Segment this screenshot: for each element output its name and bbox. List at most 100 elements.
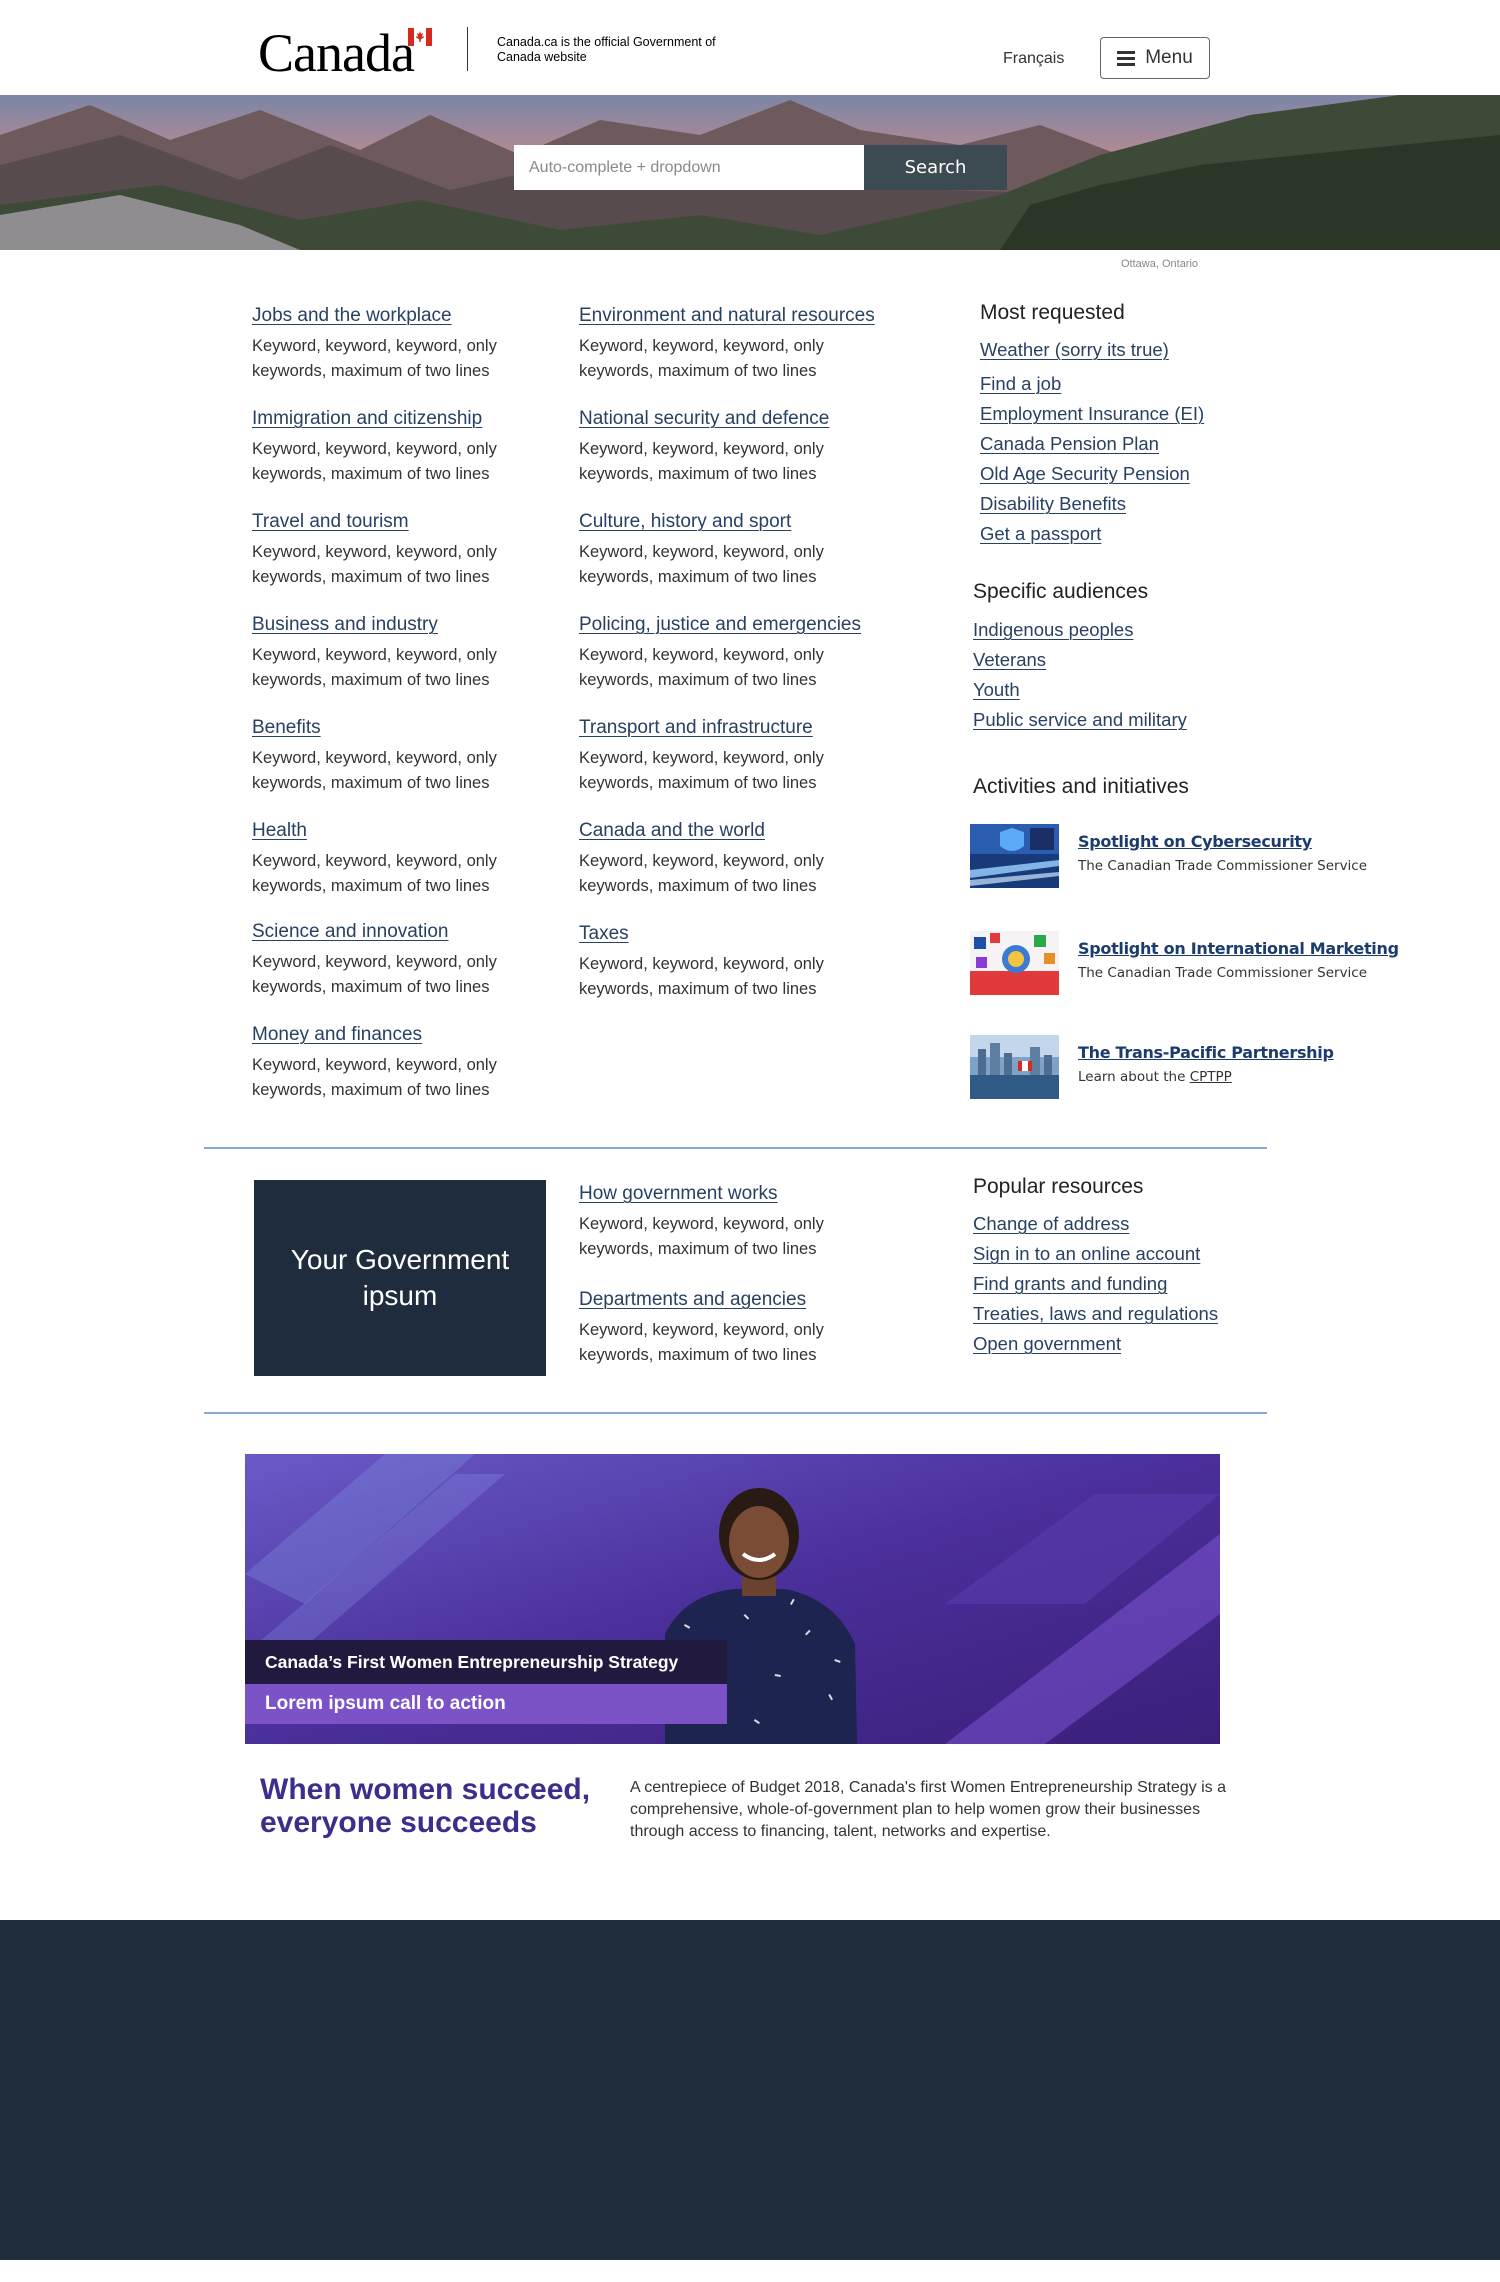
audience-link[interactable]: Youth [973,679,1020,700]
specific-audiences-heading: Specific audiences [973,580,1149,603]
topic-link[interactable]: Business and industry [252,614,572,636]
most-requested-link[interactable]: Employment Insurance (EI) [980,403,1204,424]
cptpp-link[interactable]: CPTPP [1190,1069,1232,1085]
site-header: Canada Canada.ca is the official Governm… [0,0,1500,95]
topic-link[interactable]: Money and finances [252,1024,572,1046]
list-item: Youth [973,675,1187,705]
resource-link[interactable]: Treaties, laws and regulations [973,1303,1218,1324]
list-item: Disability Benefits [980,489,1204,519]
list-item: Weather (sorry its true) [980,335,1204,365]
audience-link[interactable]: Public service and military [973,709,1187,730]
activity-card[interactable]: Spotlight on Cybersecurity The Canadian … [970,824,1390,888]
topic-link[interactable]: Taxes [579,923,899,945]
topic-link[interactable]: Canada and the world [579,820,899,842]
list-item: Treaties, laws and regulations [973,1299,1218,1329]
language-toggle-link[interactable]: Français [1003,50,1064,68]
activity-subtitle: Learn about the CPTPP [1078,1069,1232,1085]
cybersecurity-thumbnail [970,824,1059,888]
search-input[interactable] [514,145,864,190]
specific-audiences-list: Indigenous peoples Veterans Youth Public… [973,615,1187,735]
menu-button[interactable]: Menu [1100,37,1210,79]
topic-link[interactable]: Jobs and the workplace [252,305,572,327]
topic-description: Keyword, keyword, keyword, only keywords… [252,337,497,380]
most-requested-link[interactable]: Weather (sorry its true) [980,339,1169,360]
topic-description: Keyword, keyword, keyword, only keywords… [579,543,824,586]
activity-card[interactable]: The Trans-Pacific Partnership Learn abou… [970,1035,1390,1099]
your-government-label: Your Government ipsum [290,1244,510,1311]
list-item: Indigenous peoples [973,615,1187,645]
list-item: Canada Pension Plan [980,429,1204,459]
list-item: Find a job [980,369,1204,399]
topic-link[interactable]: Environment and natural resources [579,305,899,327]
activity-subtitle-text: Learn about the [1078,1069,1190,1085]
topic-description: Keyword, keyword, keyword, only keywords… [579,1321,824,1364]
topic-item: Taxes Keyword, keyword, keyword, only ke… [579,923,899,1002]
most-requested-link[interactable]: Find a job [980,373,1061,394]
audience-link[interactable]: Veterans [973,649,1046,670]
resource-link[interactable]: Find grants and funding [973,1273,1167,1294]
topic-item: Jobs and the workplace Keyword, keyword,… [252,305,572,384]
topic-link[interactable]: Culture, history and sport [579,511,899,533]
topic-item: Culture, history and sport Keyword, keyw… [579,511,899,590]
topic-link[interactable]: Science and innovation [252,921,572,943]
topic-description: Keyword, keyword, keyword, only keywords… [252,440,497,483]
promo-body: A centrepiece of Budget 2018, Canada's f… [630,1779,1226,1840]
activity-title[interactable]: Spotlight on International Marketing [1078,939,1399,958]
topic-item: How government works Keyword, keyword, k… [579,1183,899,1262]
topic-item: Environment and natural resources Keywor… [579,305,899,384]
section-divider [204,1147,1267,1149]
topic-item: Business and industry Keyword, keyword, … [252,614,572,693]
topic-link[interactable]: Travel and tourism [252,511,572,533]
most-requested-link[interactable]: Canada Pension Plan [980,433,1159,454]
topic-description: Keyword, keyword, keyword, only keywords… [252,646,497,689]
topic-item: Departments and agencies Keyword, keywor… [579,1289,899,1368]
popular-resources-list: Change of address Sign in to an online a… [973,1209,1218,1359]
topic-description: Keyword, keyword, keyword, only keywords… [579,337,824,380]
most-requested-link[interactable]: Get a passport [980,523,1101,544]
promo-headline-text: When women succeed, everyone succeeds [260,1773,591,1839]
topic-item: Travel and tourism Keyword, keyword, key… [252,511,572,590]
list-item: Get a passport [980,519,1204,549]
canada-wordmark[interactable]: Canada [258,22,415,84]
activity-card[interactable]: Spotlight on International Marketing The… [970,931,1399,995]
list-item: Old Age Security Pension [980,459,1204,489]
promo-headline: When women succeed, everyone succeeds [260,1773,620,1839]
topic-link[interactable]: National security and defence [579,408,899,430]
topic-description: Keyword, keyword, keyword, only keywords… [579,440,824,483]
topic-link[interactable]: Policing, justice and emergencies [579,614,899,636]
government-link[interactable]: How government works [579,1183,899,1205]
topic-item: National security and defence Keyword, k… [579,408,899,487]
resource-link[interactable]: Change of address [973,1213,1129,1234]
activities-heading: Activities and initiatives [973,775,1189,798]
promo-cta-button[interactable]: Lorem ipsum call to action [245,1684,727,1724]
photo-credit: Ottawa, Ontario [1121,258,1199,270]
search-button[interactable]: Search [864,145,1007,190]
topic-description: Keyword, keyword, keyword, only keywords… [252,543,497,586]
government-link[interactable]: Departments and agencies [579,1289,899,1311]
list-item: Open government [973,1329,1218,1359]
topic-link[interactable]: Transport and infrastructure [579,717,899,739]
resource-link[interactable]: Sign in to an online account [973,1243,1200,1264]
topic-description: Keyword, keyword, keyword, only keywords… [252,749,497,792]
menu-button-label: Menu [1145,47,1193,68]
most-requested-link[interactable]: Disability Benefits [980,493,1126,514]
topic-link[interactable]: Health [252,820,572,842]
most-requested-link[interactable]: Old Age Security Pension [980,463,1190,484]
your-government-tile[interactable]: Your Government ipsum [254,1180,546,1376]
promo-title: Canada’s First Women Entrepreneurship St… [245,1640,727,1684]
popular-resources-heading: Popular resources [973,1175,1144,1198]
trans-pacific-thumbnail [970,1035,1059,1099]
activity-title[interactable]: The Trans-Pacific Partnership [1078,1043,1334,1062]
resource-link[interactable]: Open government [973,1333,1121,1354]
topic-item: Science and innovation Keyword, keyword,… [252,921,572,1000]
topic-description: Keyword, keyword, keyword, only keywords… [252,1056,497,1099]
topic-item: Benefits Keyword, keyword, keyword, only… [252,717,572,796]
audience-link[interactable]: Indigenous peoples [973,619,1133,640]
search-bar: Search [514,145,1007,190]
topic-link[interactable]: Immigration and citizenship [252,408,572,430]
list-item: Change of address [973,1209,1218,1239]
site-footer [0,1920,1500,2260]
topic-link[interactable]: Benefits [252,717,572,739]
activity-title[interactable]: Spotlight on Cybersecurity [1078,832,1312,851]
promo-banner[interactable]: Canada’s First Women Entrepreneurship St… [245,1454,1220,1744]
